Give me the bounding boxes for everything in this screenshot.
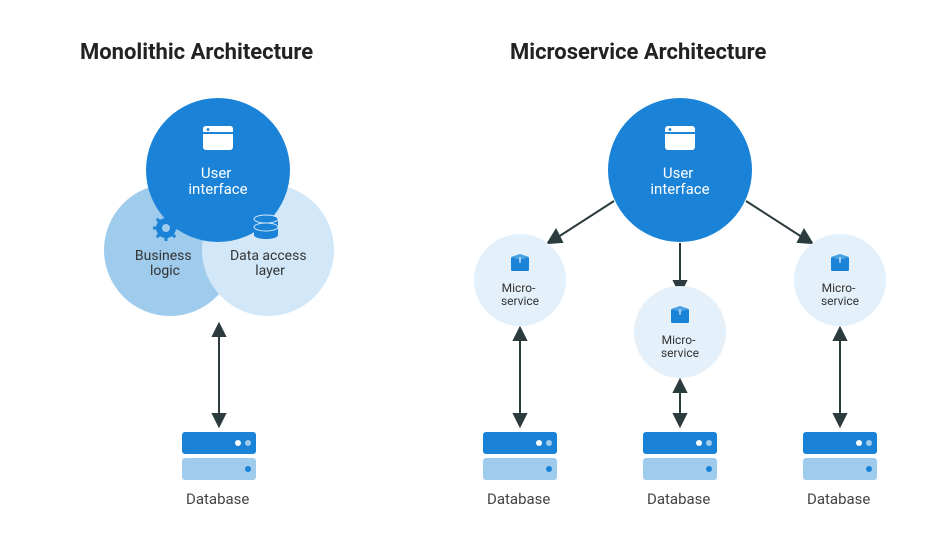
- bl-label: Business logic: [135, 248, 195, 279]
- diagram-canvas: Monolithic Architecture Microservice Arc…: [0, 0, 950, 557]
- microservice-svg: User interface Micro- servic: [0, 0, 950, 557]
- browser-icon: [203, 126, 233, 150]
- ms-node-2-label: Micro- service: [661, 333, 699, 360]
- ms-db-1: [483, 432, 557, 480]
- microservice-title: Microservice Architecture: [510, 40, 766, 65]
- ms-db-caption-1: Database: [487, 490, 550, 508]
- ms-db-3: [803, 432, 877, 480]
- monolith-title: Monolithic Architecture: [80, 40, 313, 65]
- ms-db-caption-1-text: Database: [487, 490, 550, 508]
- monolith-db-caption: Database: [186, 490, 249, 508]
- monolith-db-caption-text: Database: [186, 490, 249, 508]
- data-access-circle: [202, 184, 334, 316]
- ms-node-3-label: Micro- service: [821, 281, 859, 308]
- ms-node-3: Micro- service: [794, 234, 886, 326]
- ms-db-arrows: [514, 328, 846, 426]
- database-icon: [254, 215, 278, 239]
- ms-node-1-label: Micro- service: [501, 281, 539, 308]
- ms-ui-label: User interface: [650, 164, 709, 198]
- ms-ui-circle: [608, 98, 752, 242]
- monolith-svg: User interface Business logic Data acces…: [0, 0, 950, 557]
- ms-db-2: [643, 432, 717, 480]
- ms-browser-icon: [665, 126, 695, 150]
- microservice-title-text: Microservice Architecture: [510, 40, 766, 65]
- monolith-db-arrow: [213, 324, 225, 426]
- gear-icon: [153, 215, 179, 241]
- ms-arrows-out: [548, 201, 812, 293]
- ms-db-caption-3: Database: [807, 490, 870, 508]
- dal-label: Data access layer: [230, 248, 310, 279]
- user-interface-circle: [146, 98, 290, 242]
- monolith-database: [182, 432, 256, 480]
- ms-db-caption-2: Database: [647, 490, 710, 508]
- business-logic-circle: [104, 184, 236, 316]
- ms-node-2: Micro- service: [634, 286, 726, 378]
- ui-label: User interface: [188, 164, 247, 198]
- monolith-title-text: Monolithic Architecture: [80, 40, 313, 65]
- ms-db-caption-3-text: Database: [807, 490, 870, 508]
- ms-db-caption-2-text: Database: [647, 490, 710, 508]
- ms-node-1: Micro- service: [474, 234, 566, 326]
